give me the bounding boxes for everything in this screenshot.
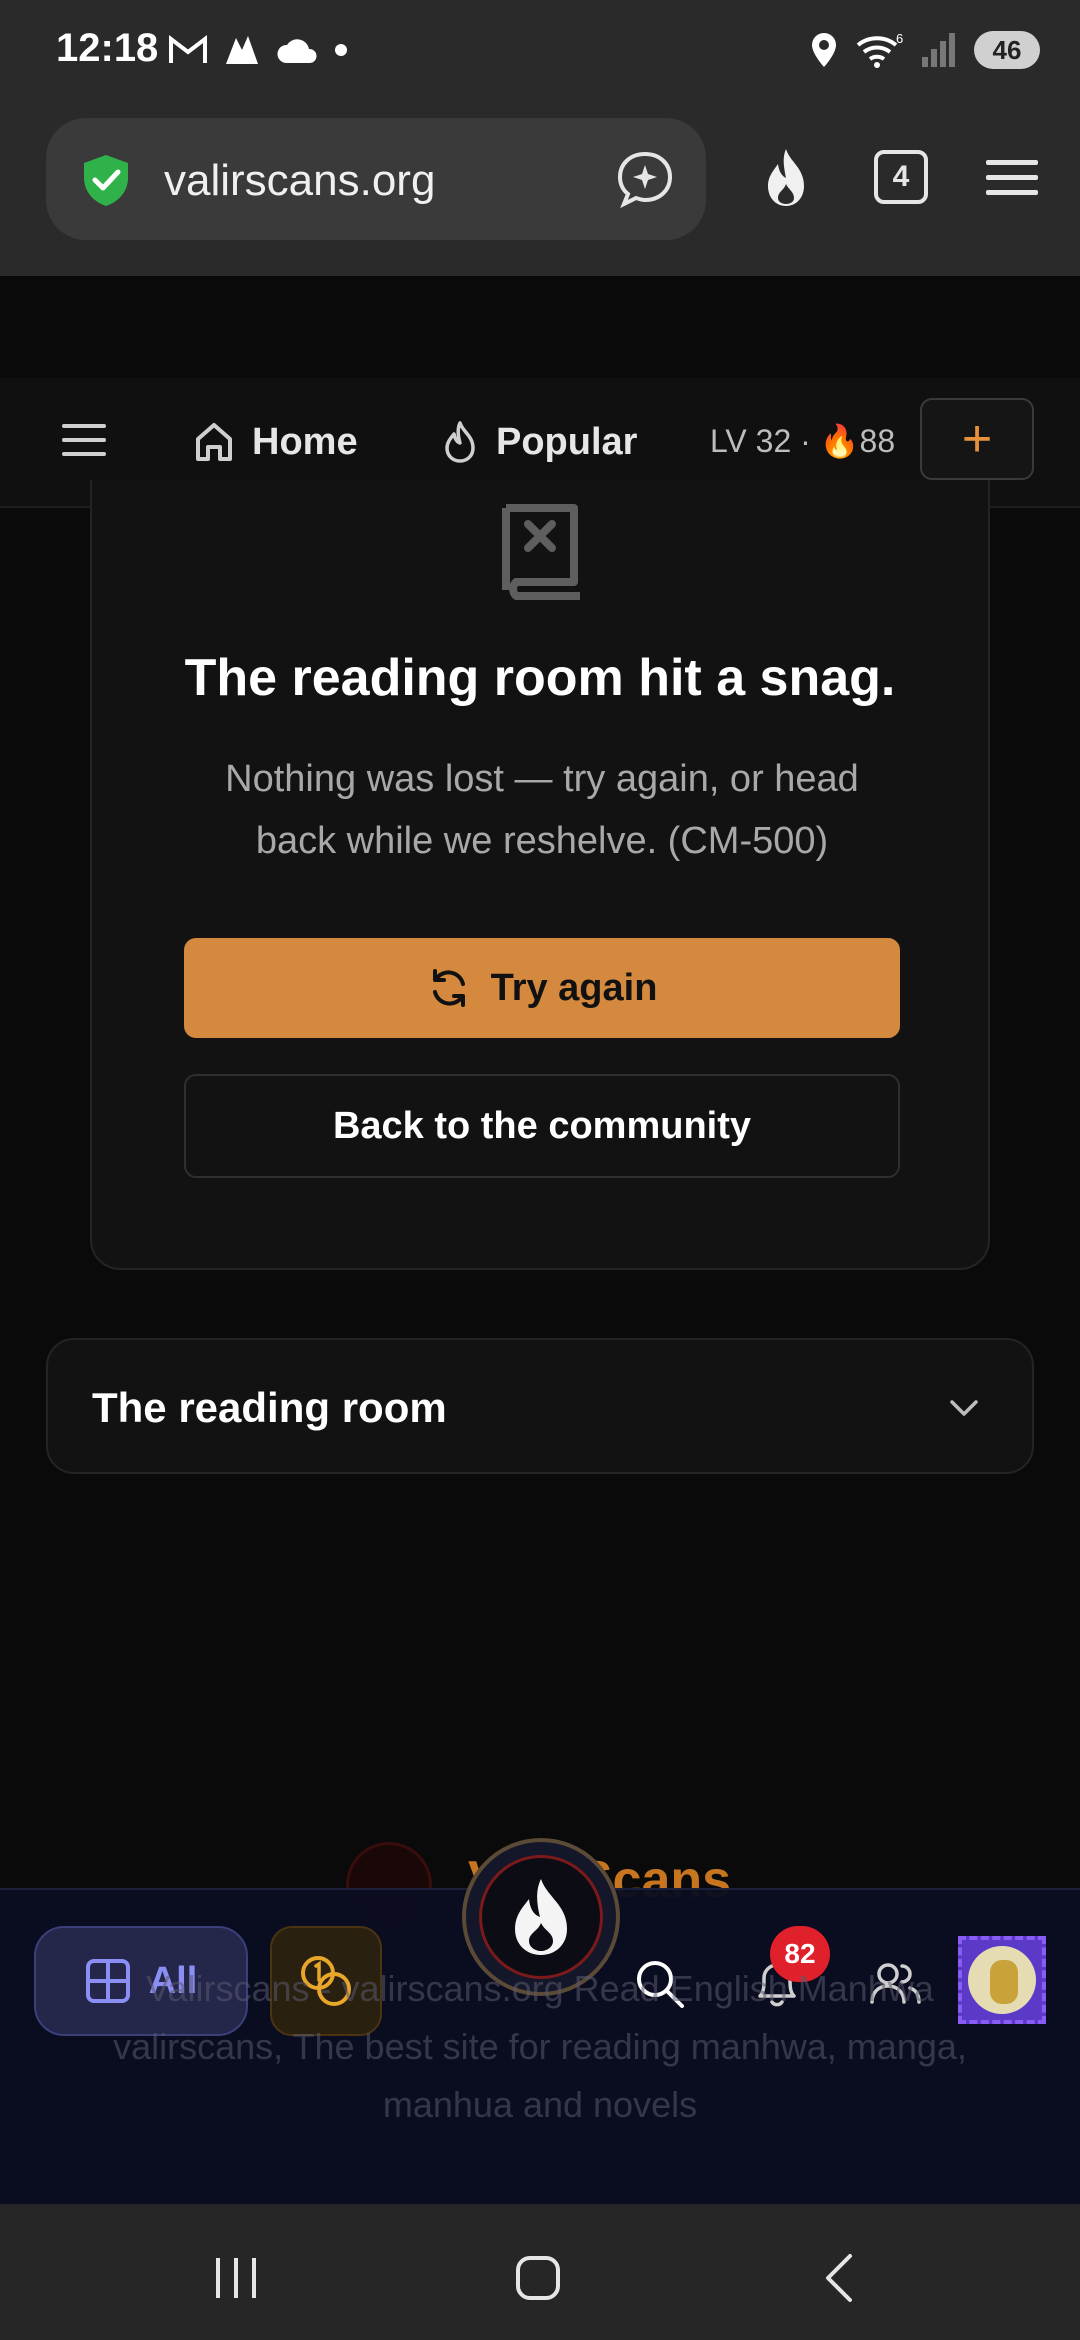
home-icon xyxy=(196,423,232,461)
status-time: 12:18 xyxy=(56,26,159,70)
dot-icon xyxy=(335,44,347,56)
system-navigation-bar xyxy=(0,2204,1080,2340)
flame-icon[interactable] xyxy=(756,146,816,208)
accordion-title: The reading room xyxy=(92,1384,447,1431)
error-title: The reading room hit a snag. xyxy=(184,649,896,707)
battery-icon: 46 xyxy=(974,31,1040,69)
wifi-icon: 6 xyxy=(856,31,903,68)
gmail-icon xyxy=(169,34,207,63)
reading-room-accordion[interactable]: The reading room xyxy=(46,1338,1034,1474)
hamburger-menu-icon[interactable] xyxy=(60,416,108,464)
footer-text: Valirscans - valirscans.org Read English… xyxy=(113,1968,967,2125)
cloud-icon xyxy=(277,39,317,63)
refresh-icon xyxy=(432,969,465,1007)
nav-home-link[interactable]: Home xyxy=(194,414,358,470)
shield-check-icon xyxy=(84,155,128,206)
svg-text:6: 6 xyxy=(896,31,903,46)
recent-apps-icon[interactable] xyxy=(208,2250,264,2306)
back-icon[interactable] xyxy=(814,2250,870,2306)
home-system-icon[interactable] xyxy=(510,2250,566,2306)
menu-icon[interactable] xyxy=(984,146,1040,208)
create-button[interactable]: + xyxy=(920,398,1034,480)
location-icon xyxy=(812,33,836,67)
back-to-community-button[interactable]: Back to the community xyxy=(184,1074,900,1178)
app-icon xyxy=(226,36,258,64)
nav-popular-link[interactable]: Popular xyxy=(442,414,637,470)
address-bar[interactable]: valirscans.org xyxy=(46,118,706,240)
signal-icon xyxy=(922,33,955,67)
nav-home-label: Home xyxy=(252,420,358,463)
flame-outline-icon xyxy=(445,421,475,463)
book-error-icon xyxy=(502,504,580,600)
chevron-down-icon xyxy=(950,1400,978,1416)
fire-logo-icon xyxy=(515,1879,567,1955)
browser-toolbar: valirscans.org 4 xyxy=(0,100,1080,276)
url-text: valirscans.org xyxy=(164,156,436,205)
status-bar: 12:18 6 46 xyxy=(0,0,1080,100)
level-streak-indicator: LV 32 · 🔥88 xyxy=(710,423,896,459)
try-again-label: Try again xyxy=(490,966,658,1009)
error-description: Nothing was lost — try again, or head ba… xyxy=(225,758,859,862)
assistant-icon[interactable] xyxy=(614,148,676,210)
status-icons-right: 6 46 xyxy=(810,28,1040,72)
try-again-button[interactable]: Try again xyxy=(184,938,900,1038)
error-card: The reading room hit a snag. Nothing was… xyxy=(90,480,990,1270)
tabs-icon[interactable]: 4 xyxy=(874,150,928,204)
nav-popular-label: Popular xyxy=(496,420,638,463)
status-icons-left xyxy=(168,30,348,70)
